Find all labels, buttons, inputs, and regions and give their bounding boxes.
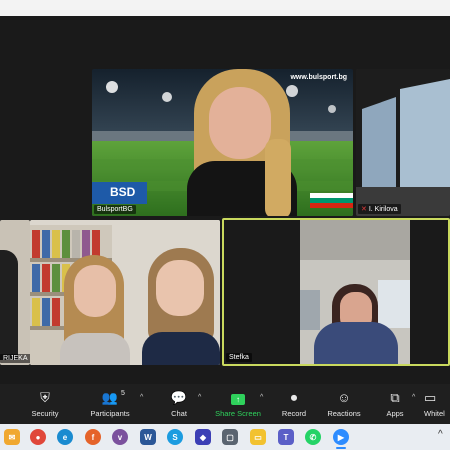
whiteboard-icon: ▭ <box>424 390 437 405</box>
car-window-background <box>356 69 450 216</box>
whiteboards-button[interactable]: ▭ Whitel <box>424 384 450 424</box>
muted-mic-icon: ✕ <box>361 206 367 213</box>
windows-taskbar: ✉ ● e f v W S ◆ ▢ ▭ T ✆ ▶ ^ <box>0 424 450 450</box>
zoom-active-indicator <box>336 447 346 449</box>
participant-name-right: ✕ I. Kirilova <box>358 204 401 214</box>
share-screen-caret-icon[interactable]: ^ <box>260 394 263 401</box>
participant-name-left: RIJEKA <box>0 354 30 363</box>
car-interior-video <box>300 220 410 364</box>
security-button[interactable]: ⛨ Security <box>20 384 70 424</box>
participants-caret-icon[interactable]: ^ <box>140 394 143 401</box>
video-tile-group[interactable] <box>30 220 220 365</box>
participants-count: 5 <box>121 390 125 397</box>
participants-button[interactable]: 👥 Participants <box>84 384 136 424</box>
share-screen-button[interactable]: ↑ Share Screen <box>212 384 264 424</box>
reactions-icon: ☺ <box>337 390 351 405</box>
reactions-button[interactable]: ☺ Reactions <box>322 384 366 424</box>
apps-caret-icon[interactable]: ^ <box>412 394 415 401</box>
share-screen-icon: ↑ <box>231 394 245 405</box>
notifications-icon[interactable]: ✉ <box>4 429 20 445</box>
participants-icon: 👥 <box>101 390 119 405</box>
title-bar <box>0 0 450 16</box>
meeting-toolbar: ⛨ Security 👥 Participants 5 ^ 💬 Chat ^ ↑… <box>0 384 450 424</box>
participant-video-woman-blonde <box>187 69 297 216</box>
participant-video-woman-right <box>142 248 220 365</box>
participant-name-main: BulsportBG <box>94 205 136 214</box>
apps-icon: ⧉ <box>390 390 400 405</box>
record-button[interactable]: ⏺ Record <box>275 384 313 424</box>
teams-icon[interactable]: T <box>278 429 294 445</box>
participant-video-woman-left <box>60 255 130 365</box>
zoom-icon[interactable]: ▶ <box>333 429 349 445</box>
bsd-logo: BSD <box>110 185 136 199</box>
whatsapp-icon[interactable]: ✆ <box>305 429 321 445</box>
video-tile-main[interactable]: www.bulsport.bg BSD BulsportBG <box>92 69 353 216</box>
copilot-icon[interactable]: ◆ <box>195 429 211 445</box>
chat-button[interactable]: 💬 Chat <box>158 384 200 424</box>
video-tile-left[interactable]: RIJEKA <box>0 220 30 365</box>
video-tile-active[interactable]: Stefka <box>222 218 450 366</box>
shield-icon: ⛨ <box>40 390 50 405</box>
chrome-icon[interactable]: ● <box>30 429 46 445</box>
chat-caret-icon[interactable]: ^ <box>198 394 201 401</box>
record-icon: ⏺ <box>290 390 298 405</box>
firefox-icon[interactable]: f <box>85 429 101 445</box>
edge-icon[interactable]: e <box>57 429 73 445</box>
participant-name-active: Stefka <box>226 353 252 362</box>
tray-expand-icon[interactable]: ^ <box>438 429 443 440</box>
word-icon[interactable]: W <box>140 429 156 445</box>
video-tile-right[interactable]: ✕ I. Kirilova <box>356 69 450 216</box>
chat-icon: 💬 <box>170 390 188 405</box>
watermark-text: www.bulsport.bg <box>290 74 347 81</box>
desktop-icon[interactable]: ▢ <box>222 429 238 445</box>
explorer-icon[interactable]: ▭ <box>250 429 266 445</box>
skype-icon[interactable]: S <box>167 429 183 445</box>
apps-button[interactable]: ⧉ Apps <box>380 384 410 424</box>
viber-icon[interactable]: v <box>112 429 128 445</box>
